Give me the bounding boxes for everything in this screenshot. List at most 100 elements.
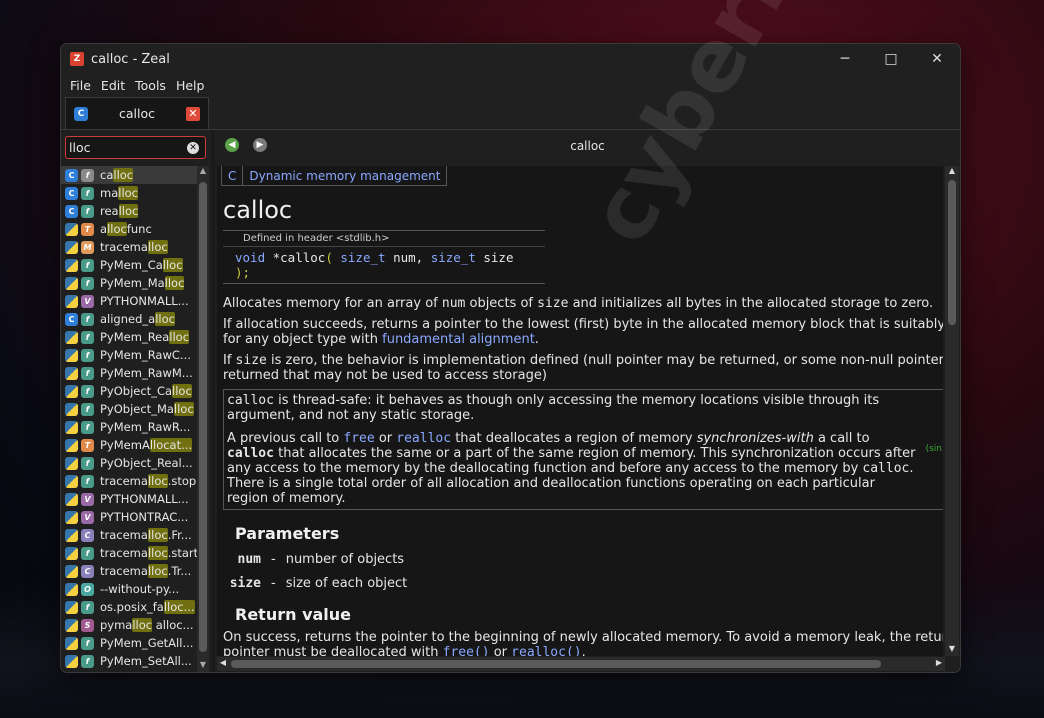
result-item[interactable]: V PYTHONMALL...	[61, 292, 197, 310]
menu-edit[interactable]: Edit	[96, 78, 130, 93]
back-arrow-icon[interactable]: ◀	[225, 138, 239, 152]
scroll-right-icon[interactable]: ▶	[933, 658, 945, 670]
synchronization-note: A previous call to free or realloc that …	[227, 431, 916, 506]
window-title: calloc - Zeal	[91, 51, 170, 67]
python-docset-icon	[65, 420, 78, 434]
result-label: os.posix_falloc...	[100, 600, 195, 614]
result-item[interactable]: Spymalloc alloc...	[61, 616, 197, 634]
symbol-type-icon: M	[81, 240, 94, 254]
clear-search-icon[interactable]: ✕	[187, 141, 199, 154]
result-item[interactable]: Cf aligned_alloc	[61, 310, 197, 328]
result-item[interactable]: f PyMem_GetAll...	[61, 634, 197, 652]
result-item[interactable]: Cf malloc	[61, 184, 197, 202]
result-item[interactable]: f PyMem_Realloc	[61, 328, 197, 346]
result-item[interactable]: f PyMem_RawM...	[61, 364, 197, 382]
return-value-heading: Return value	[235, 605, 352, 624]
symbol-type-icon: f	[81, 312, 94, 326]
result-label: PYTHONTRAC...	[100, 510, 189, 524]
doc-page: C Dynamic memory management calloc Defin…	[217, 166, 943, 656]
doc-vertical-scrollbar[interactable]: ▲ ▼	[945, 166, 959, 656]
since-badge: (sin	[925, 444, 942, 454]
menu-help[interactable]: Help	[171, 78, 210, 93]
tab-bar: C calloc ✕	[61, 96, 960, 130]
python-docset-icon	[65, 510, 78, 524]
result-item[interactable]: V PYTHONMALL...	[61, 490, 197, 508]
result-item[interactable]: f PyObject_Real...	[61, 454, 197, 472]
fundamental-alignment-link[interactable]: fundamental alignment	[382, 332, 535, 347]
python-docset-icon	[65, 474, 78, 488]
python-docset-icon	[65, 402, 78, 416]
scroll-up-icon[interactable]: ▲	[945, 166, 959, 178]
breadcrumb-lang[interactable]: C	[222, 169, 242, 183]
python-docset-icon	[65, 546, 78, 560]
result-item[interactable]: f PyMem_SetAll...	[61, 652, 197, 670]
python-docset-icon	[65, 438, 78, 452]
result-item[interactable]: Ctracemalloc.Fr...	[61, 526, 197, 544]
result-item[interactable]: Ctracemalloc.Tr...	[61, 562, 197, 580]
result-item[interactable]: f PyMem_RawC...	[61, 346, 197, 364]
scroll-thumb[interactable]	[199, 182, 207, 652]
return-paragraph: On success, returns the pointer to the b…	[223, 630, 943, 656]
result-item[interactable]: Cf realloc	[61, 202, 197, 220]
scroll-thumb[interactable]	[948, 180, 956, 325]
symbol-type-icon: f	[81, 366, 94, 380]
tab-close-icon[interactable]: ✕	[186, 106, 200, 121]
scroll-down-icon[interactable]: ▼	[197, 660, 209, 672]
result-item[interactable]: Tallocfunc	[61, 220, 197, 238]
sidebar-scrollbar[interactable]: ▲ ▼	[197, 166, 209, 672]
python-docset-icon	[65, 330, 78, 344]
free-func-link[interactable]: free()	[443, 645, 490, 656]
python-docset-icon	[65, 258, 78, 272]
python-docset-icon	[65, 618, 78, 632]
tab-label: calloc	[119, 106, 155, 121]
symbol-type-icon: T	[81, 222, 94, 236]
zeal-window: Z calloc - Zeal ─ □ ✕ File Edit Tools He…	[60, 43, 961, 673]
result-label: PyMem_RawC...	[100, 348, 191, 362]
results-list: Cf calloc Cf malloc Cf realloc Tallocfunc Mtrac…	[61, 166, 197, 670]
result-item[interactable]: O --without-py...	[61, 580, 197, 598]
tab-calloc[interactable]: C calloc ✕	[65, 97, 209, 129]
param-row: size - size of each object	[229, 576, 408, 591]
result-label: tracemalloc.start	[100, 546, 197, 560]
scroll-thumb[interactable]	[231, 660, 881, 668]
result-item[interactable]: f tracemalloc.start	[61, 544, 197, 562]
realloc-link[interactable]: realloc	[396, 431, 451, 446]
allocation-paragraph: If allocation succeeds, returns a pointe…	[223, 317, 943, 347]
result-item[interactable]: Cf calloc	[61, 166, 197, 184]
result-item[interactable]: f PyObject_Calloc	[61, 382, 197, 400]
menu-tools[interactable]: Tools	[130, 78, 171, 93]
doc-horizontal-scrollbar[interactable]: ◀ ▶	[217, 657, 945, 671]
result-item[interactable]: f tracemalloc.stop	[61, 472, 197, 490]
result-item[interactable]: T PyMemAllocat...	[61, 436, 197, 454]
menu-file[interactable]: File	[65, 78, 96, 93]
result-item[interactable]: Mtracemalloc	[61, 238, 197, 256]
result-item[interactable]: f PyMem_Calloc	[61, 256, 197, 274]
scroll-down-icon[interactable]: ▼	[945, 644, 959, 656]
result-label: PyMem_Realloc	[100, 330, 190, 344]
result-item[interactable]: f PyMem_RawR...	[61, 418, 197, 436]
symbol-type-icon: f	[81, 456, 94, 470]
result-label: allocfunc	[100, 222, 152, 236]
result-item[interactable]: f os.posix_falloc...	[61, 598, 197, 616]
minimize-button[interactable]: ─	[822, 44, 868, 74]
maximize-button[interactable]: □	[868, 44, 914, 74]
search-box: ✕	[65, 136, 206, 159]
forward-arrow-icon[interactable]: ▶	[253, 138, 267, 152]
result-item[interactable]: V PYTHONTRAC...	[61, 508, 197, 526]
main-content: ✕ CfcallocCfmallocCfreallocTallocfuncMtr…	[61, 130, 960, 672]
scroll-left-icon[interactable]: ◀	[217, 658, 229, 670]
symbol-type-icon: f	[81, 654, 94, 668]
realloc-func-link[interactable]: realloc()	[511, 645, 581, 656]
nav-bar: ◀ ▶ calloc	[215, 130, 960, 160]
free-link[interactable]: free	[343, 431, 374, 446]
breadcrumb-section[interactable]: Dynamic memory management	[243, 169, 446, 183]
symbol-type-icon: f	[81, 330, 94, 344]
result-item[interactable]: f PyObject_Malloc	[61, 400, 197, 418]
result-label: pymalloc alloc...	[100, 618, 194, 632]
thread-safe-note: calloc is thread-safe: it behaves as tho…	[227, 393, 880, 423]
result-item[interactable]: f PyMem_Malloc	[61, 274, 197, 292]
search-input[interactable]	[69, 140, 187, 155]
close-button[interactable]: ✕	[914, 44, 960, 74]
symbol-type-icon: V	[81, 492, 94, 506]
scroll-up-icon[interactable]: ▲	[197, 166, 209, 178]
